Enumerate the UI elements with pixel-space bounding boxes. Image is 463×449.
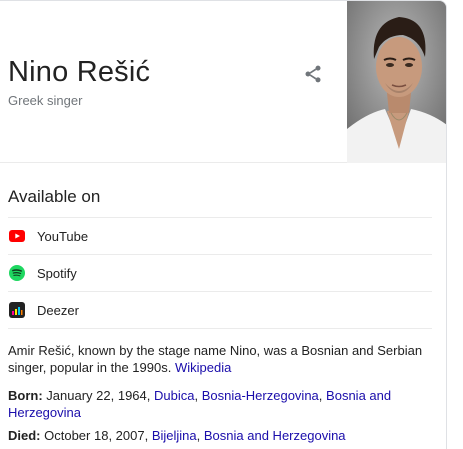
- fact-date: January 22, 1964,: [46, 388, 151, 403]
- provider-label: Deezer: [37, 302, 79, 318]
- provider-label: Spotify: [37, 265, 77, 281]
- country-link[interactable]: Bosnia and Herzegovina: [204, 428, 346, 443]
- fact-label: Died:: [8, 428, 41, 443]
- provider-youtube[interactable]: YouTube: [8, 217, 432, 254]
- available-on-heading: Available on: [8, 187, 101, 206]
- separator: ,: [318, 388, 323, 403]
- page-subtitle: Greek singer: [8, 93, 83, 108]
- panel-header: Nino Rešić Greek singer: [0, 1, 446, 163]
- description: Amir Rešić, known by the stage name Nino…: [8, 342, 428, 376]
- separator: ,: [194, 388, 199, 403]
- separator: ,: [196, 428, 201, 443]
- share-button[interactable]: [300, 61, 326, 87]
- region-link[interactable]: Bosnia-Herzegovina: [202, 388, 319, 403]
- fact-date: October 18, 2007,: [44, 428, 149, 443]
- knowledge-panel: Nino Rešić Greek singer Available on You…: [0, 0, 447, 449]
- provider-label: YouTube: [37, 228, 89, 244]
- youtube-icon: [8, 227, 26, 245]
- fact-label: Born:: [8, 388, 43, 403]
- deathplace-link[interactable]: Bijeljina: [152, 428, 197, 443]
- portrait-photo[interactable]: [347, 1, 446, 163]
- provider-deezer[interactable]: Deezer: [8, 291, 432, 328]
- birthplace-link[interactable]: Dubica: [154, 388, 194, 403]
- fact-born: Born: January 22, 1964, Dubica, Bosnia-H…: [8, 387, 428, 421]
- fact-died: Died: October 18, 2007, Bijeljina, Bosni…: [8, 427, 428, 444]
- spotify-icon: [8, 264, 26, 282]
- share-icon: [305, 65, 321, 83]
- wikipedia-link[interactable]: Wikipedia: [175, 360, 231, 375]
- provider-spotify[interactable]: Spotify: [8, 254, 432, 291]
- portrait-image: [347, 1, 446, 163]
- page-title: Nino Rešić: [8, 56, 151, 88]
- deezer-icon: [8, 301, 26, 319]
- section-divider: [8, 328, 432, 329]
